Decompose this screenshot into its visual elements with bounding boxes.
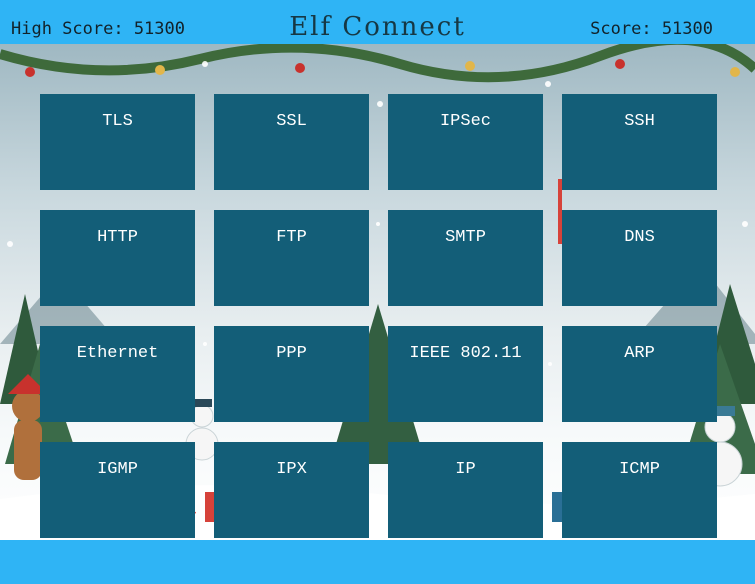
tile-tls[interactable]: TLS <box>40 94 195 190</box>
elf-connect-game: High Score: 51300 Elf Connect Score: 513… <box>0 0 755 584</box>
tile-dns[interactable]: DNS <box>562 210 717 306</box>
tile-ipsec[interactable]: IPSec <box>388 94 543 190</box>
tile-arp[interactable]: ARP <box>562 326 717 422</box>
tile-smtp[interactable]: SMTP <box>388 210 543 306</box>
tile-igmp[interactable]: IGMP <box>40 442 195 538</box>
tile-ssh[interactable]: SSH <box>562 94 717 190</box>
tile-ftp[interactable]: FTP <box>214 210 369 306</box>
tile-http[interactable]: HTTP <box>40 210 195 306</box>
tile-icmp[interactable]: ICMP <box>562 442 717 538</box>
current-score: Score: 51300 <box>590 19 713 39</box>
tile-ssl[interactable]: SSL <box>214 94 369 190</box>
tile-ethernet[interactable]: Ethernet <box>40 326 195 422</box>
tile-ieee-802-11[interactable]: IEEE 802.11 <box>388 326 543 422</box>
tile-grid: TLS SSL IPSec SSH HTTP FTP SMTP DNS Ethe… <box>40 94 717 538</box>
tile-ppp[interactable]: PPP <box>214 326 369 422</box>
top-bar: High Score: 51300 Elf Connect Score: 513… <box>0 0 755 44</box>
tile-ipx[interactable]: IPX <box>214 442 369 538</box>
bottom-bar <box>0 540 755 584</box>
tile-ip[interactable]: IP <box>388 442 543 538</box>
game-board: TLS SSL IPSec SSH HTTP FTP SMTP DNS Ethe… <box>0 44 755 540</box>
